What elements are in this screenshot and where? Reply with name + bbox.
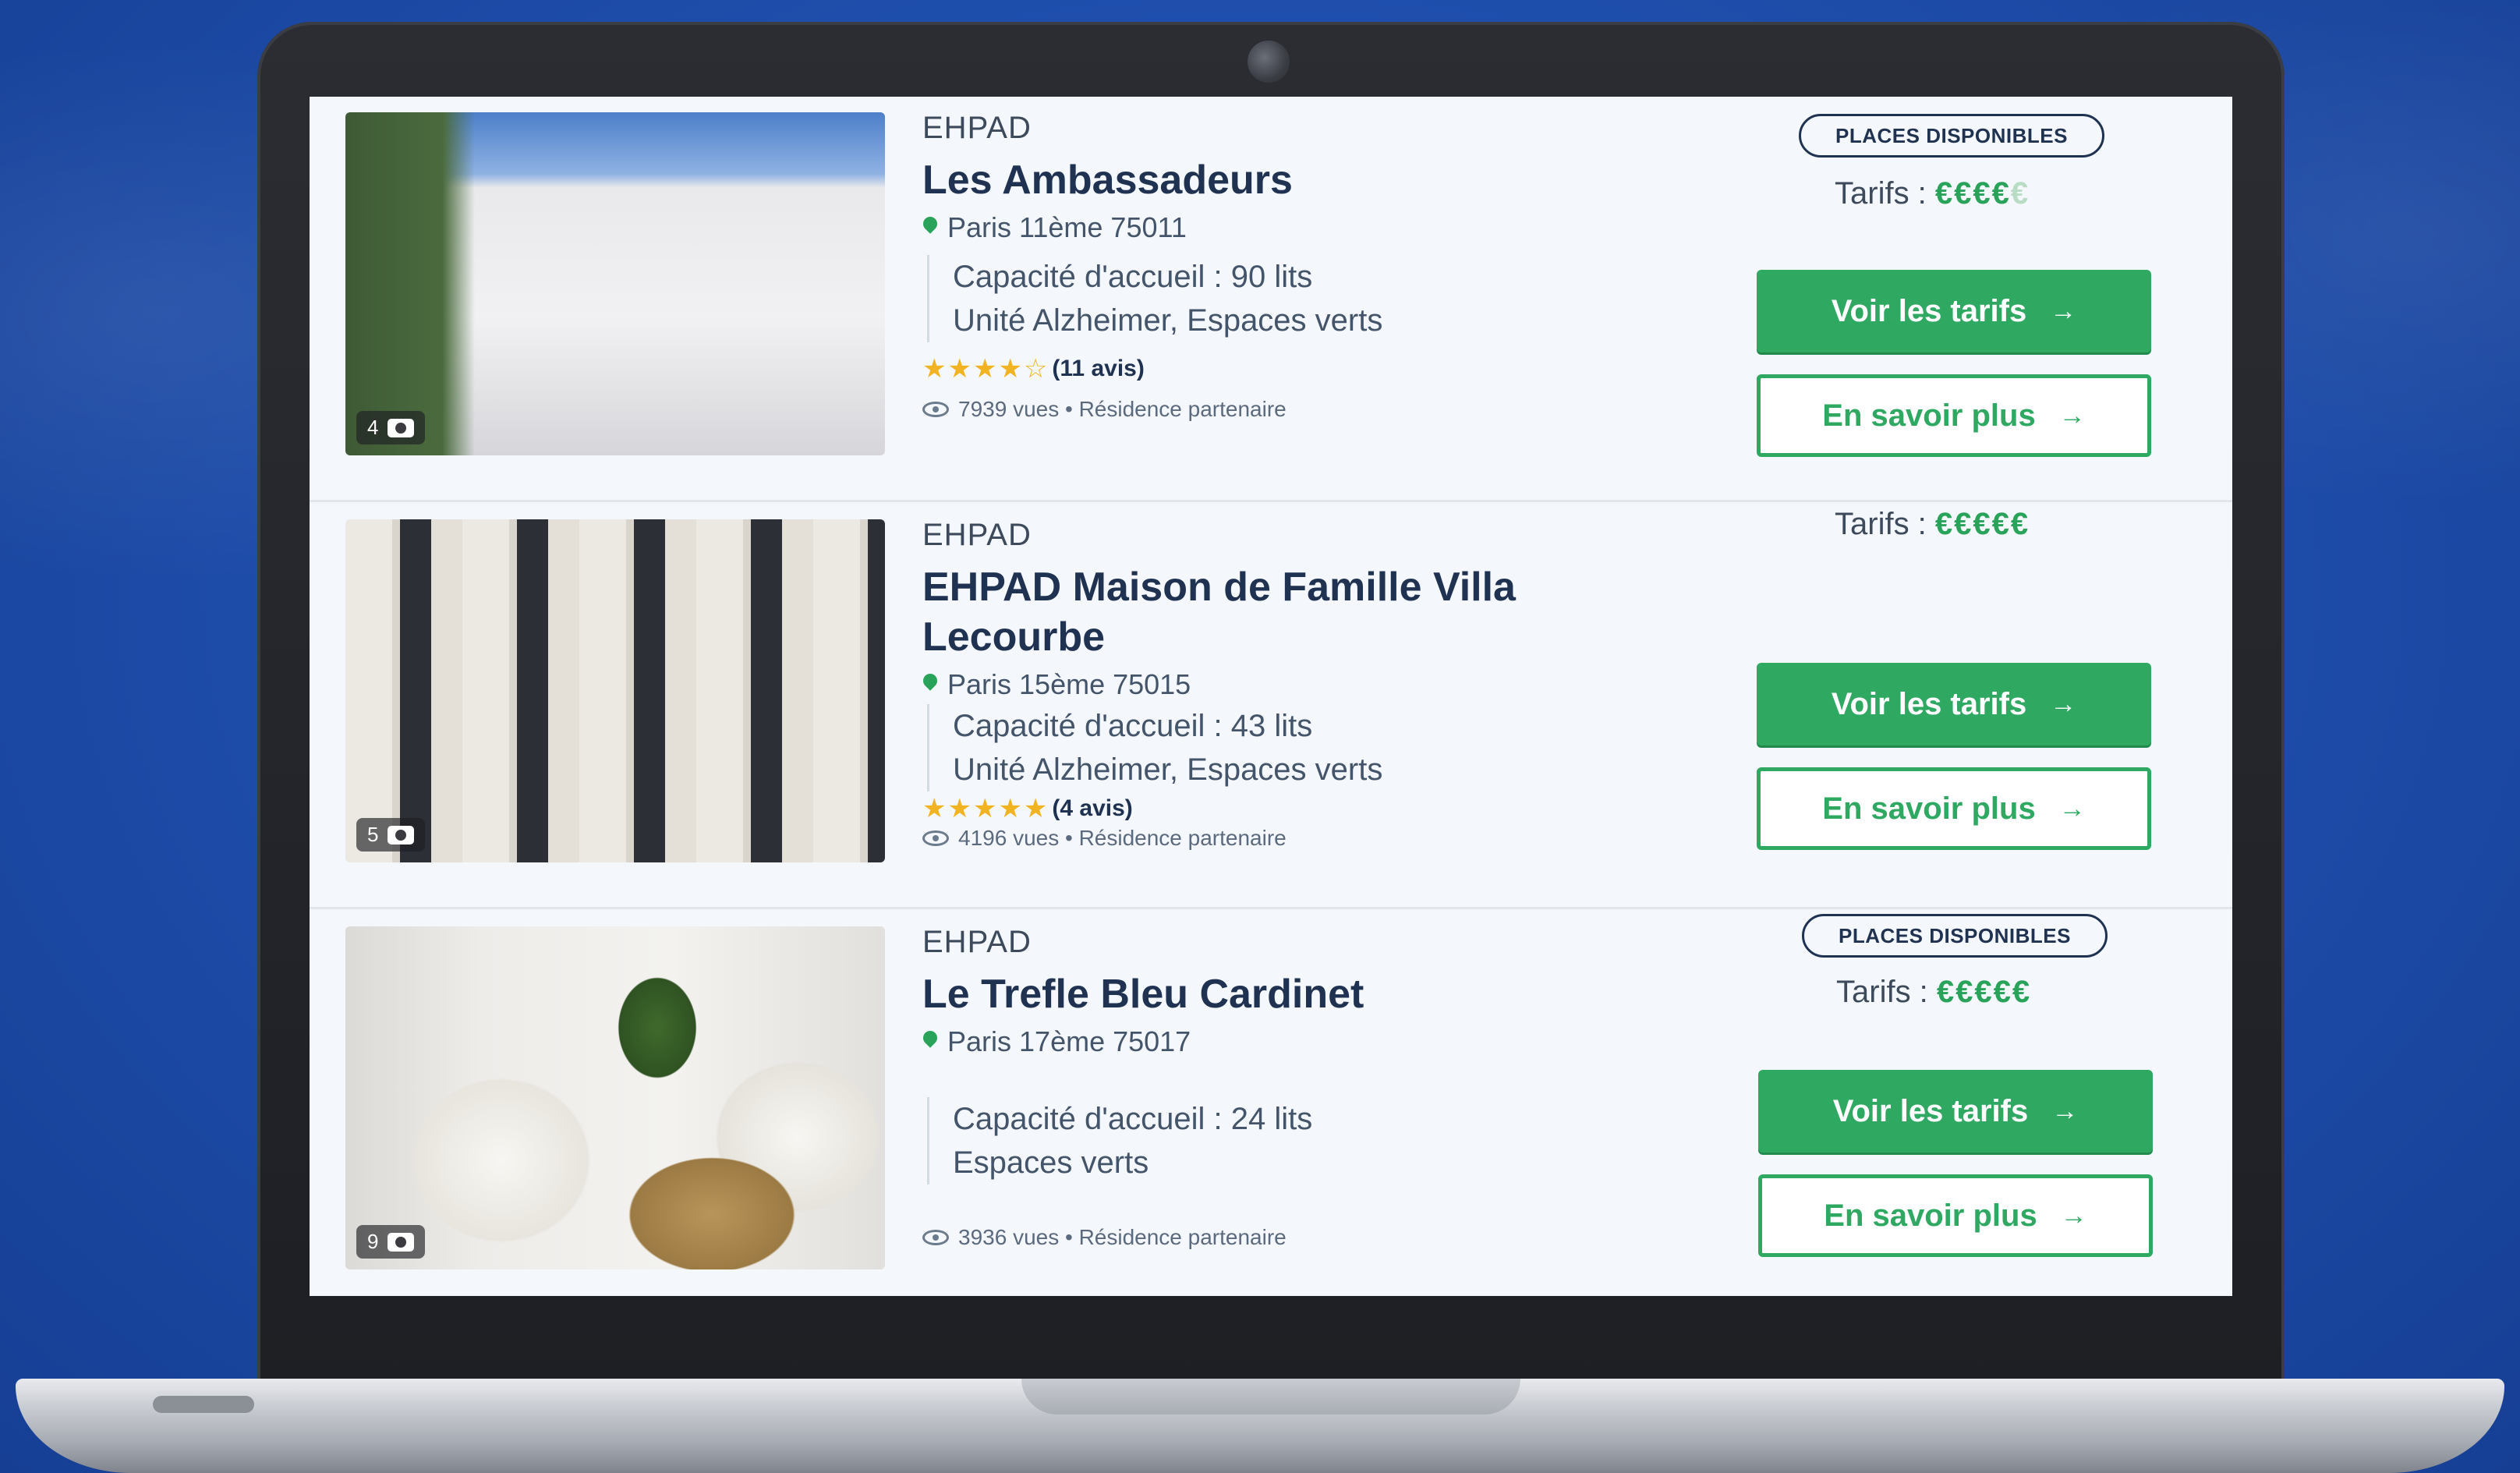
view-rates-button[interactable]: Voir les tarifs → [1758,1070,2153,1153]
arrow-right-icon: → [2060,1200,2087,1230]
listing-title[interactable]: Le Trefle Bleu Cardinet [922,969,1858,1019]
arrow-right-icon: → [2050,296,2077,326]
listing-location: Paris 17ème 75017 [922,1025,1858,1058]
views-text: 3936 vues • Résidence partenaire [958,1225,1287,1249]
learn-more-button[interactable]: En savoir plus → [1757,767,2151,850]
amenities-text: Espaces verts [953,1145,1149,1180]
listing-meta: 7939 vues • Résidence partenaire [922,397,1858,422]
photo-count: 4 [367,416,379,439]
rating[interactable]: ★★★★★ (4 avis) [922,793,1858,824]
map-pin-icon [922,674,938,696]
photo-count-badge: 9 [356,1225,426,1259]
arrow-right-icon: → [2051,1096,2079,1126]
arrow-right-icon: → [2058,793,2086,823]
laptop-hinge-notch [1021,1379,1520,1415]
camera-icon [388,825,415,844]
learn-more-label: En savoir plus [1822,791,2036,826]
map-pin-icon [922,1031,938,1053]
listing-photo[interactable]: 4 [345,112,885,455]
view-rates-label: Voir les tarifs [1831,293,2027,328]
capacity-text: Capacité d'accueil : 43 lits [953,709,1313,743]
listing-features: Capacité d'accueil : 90 lits Unité Alzhe… [927,255,1858,342]
laptop-screen: 4 EHPAD Les Ambassadeurs Paris 11ème 750… [310,97,2232,1296]
star-rating-icon: ★★★★★ [922,794,1049,823]
tarifs-text: Tarifs : [1836,975,1928,1009]
location-text: Paris 11ème 75011 [947,211,1187,243]
price-level-inactive: € [2010,176,2029,211]
amenities-text: Unité Alzheimer, Espaces verts [953,752,1383,787]
photo-count-badge: 5 [356,818,426,852]
eye-icon [922,1230,949,1245]
listing-card: 4 EHPAD Les Ambassadeurs Paris 11ème 750… [310,97,2232,502]
eye-icon [922,830,949,846]
review-count: (11 avis) [1052,356,1145,381]
photo-count-badge: 4 [356,411,426,444]
listing-category: EHPAD [922,925,1032,959]
listing-location: Paris 15ème 75015 [922,668,1858,701]
webcam-icon [1248,41,1290,83]
eye-icon [922,402,949,417]
listing-title[interactable]: EHPAD Maison de Famille Villa Lecourbe [922,562,1624,662]
tarifs-text: Tarifs : [1835,176,1927,211]
view-rates-button[interactable]: Voir les tarifs → [1757,270,2151,352]
tarifs-label: Tarifs : €€€€€ [1835,507,2030,542]
listing-info: EHPAD Les Ambassadeurs Paris 11ème 75011… [922,111,1858,422]
learn-more-label: En savoir plus [1822,398,2036,433]
arrow-right-icon: → [2058,400,2086,430]
review-count: (4 avis) [1052,795,1133,821]
views-text: 4196 vues • Résidence partenaire [958,826,1287,850]
photo-count: 5 [367,823,379,846]
listing-card: 9 EHPAD Le Trefle Bleu Cardinet Paris 17… [310,911,2232,1296]
listing-photo[interactable]: 9 [345,926,885,1269]
listing-category: EHPAD [922,111,1032,145]
tarifs-text: Tarifs : [1835,507,1927,541]
listing-location: Paris 11ème 75011 [922,211,1858,244]
learn-more-button[interactable]: En savoir plus → [1757,374,2151,457]
listing-features: Capacité d'accueil : 24 lits Espaces ver… [927,1097,1858,1184]
listing-category: EHPAD [922,518,1032,552]
location-text: Paris 17ème 75017 [947,1025,1191,1057]
camera-icon [388,418,415,437]
price-level-active: €€€€€ [1934,507,2030,541]
listing-meta: 4196 vues • Résidence partenaire [922,826,1858,851]
view-rates-button[interactable]: Voir les tarifs → [1757,663,2151,745]
capacity-text: Capacité d'accueil : 24 lits [953,1102,1313,1136]
amenities-text: Unité Alzheimer, Espaces verts [953,303,1383,338]
learn-more-button[interactable]: En savoir plus → [1758,1174,2153,1257]
location-text: Paris 15ème 75015 [947,668,1191,700]
availability-badge: PLACES DISPONIBLES [1802,914,2108,958]
rating[interactable]: ★★★★☆ (11 avis) [922,353,1858,384]
view-rates-label: Voir les tarifs [1831,686,2027,721]
arrow-right-icon: → [2050,689,2077,719]
listing-card: 5 EHPAD EHPAD Maison de Famille Villa Le… [310,504,2232,909]
price-level-active: €€€€€ [1936,975,2032,1009]
view-rates-label: Voir les tarifs [1832,1093,2029,1128]
listing-photo[interactable]: 5 [345,519,885,862]
tarifs-label: Tarifs : €€€€€ [1836,975,2031,1010]
photo-count: 9 [367,1230,379,1253]
listing-meta: 3936 vues • Résidence partenaire [922,1225,1858,1250]
capacity-text: Capacité d'accueil : 90 lits [953,260,1313,294]
camera-icon [388,1232,415,1252]
listing-features: Capacité d'accueil : 43 lits Unité Alzhe… [927,704,1858,791]
laptop-side-port [153,1396,254,1413]
map-pin-icon [922,217,938,239]
learn-more-label: En savoir plus [1824,1198,2037,1233]
star-rating-icon: ★★★★☆ [922,354,1049,384]
availability-badge: PLACES DISPONIBLES [1799,114,2104,158]
listing-info: EHPAD EHPAD Maison de Famille Villa Leco… [922,518,1858,851]
views-text: 7939 vues • Résidence partenaire [958,397,1287,421]
price-level-active: €€€€ [1934,176,2011,211]
listing-info: EHPAD Le Trefle Bleu Cardinet Paris 17èm… [922,925,1858,1250]
listing-title[interactable]: Les Ambassadeurs [922,155,1858,205]
tarifs-label: Tarifs : €€€€€ [1835,176,2028,211]
